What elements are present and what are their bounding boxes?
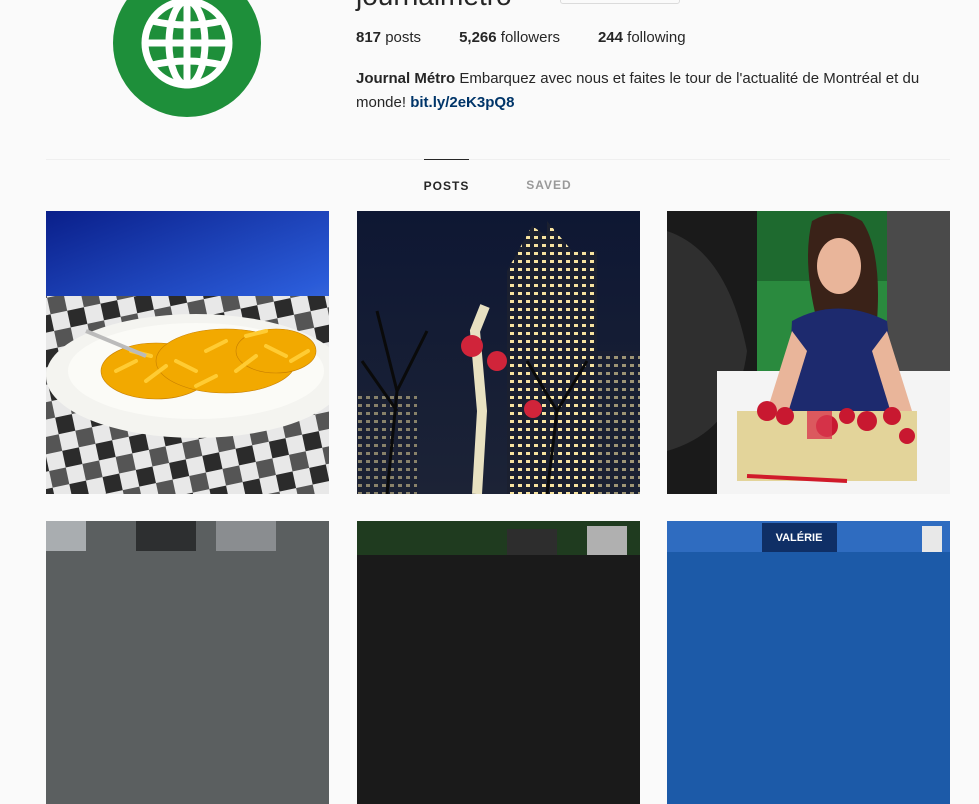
posts-count-value: 817 bbox=[356, 29, 382, 46]
profile-action-button[interactable] bbox=[560, 0, 680, 4]
post-image-metro bbox=[357, 521, 640, 804]
post-image-campaign: VALÉRIE bbox=[667, 521, 950, 804]
posts-count-label: posts bbox=[385, 29, 422, 46]
posts-count: 817 posts bbox=[356, 29, 421, 47]
following-count-value: 244 bbox=[597, 29, 623, 46]
post-image-macaroni bbox=[46, 211, 329, 494]
post-thumbnail[interactable] bbox=[667, 211, 950, 494]
profile-bio: Journal Métro Embarquez avec nous et fai… bbox=[356, 67, 946, 115]
followers-count-label: followers bbox=[500, 29, 560, 46]
post-thumbnail[interactable] bbox=[46, 521, 329, 804]
post-image-woman bbox=[667, 211, 950, 494]
post-thumbnail[interactable] bbox=[46, 211, 329, 494]
tabs-divider bbox=[46, 159, 950, 160]
post-thumbnail[interactable] bbox=[357, 521, 640, 804]
bio-name: Journal Métro bbox=[356, 70, 456, 87]
followers-count-value: 5,266 bbox=[459, 29, 497, 46]
globe-icon bbox=[141, 0, 233, 89]
following-count-label: following bbox=[627, 29, 686, 46]
post-thumbnail[interactable]: VALÉRIE bbox=[667, 521, 950, 804]
campaign-sign-text: VALÉRIE bbox=[776, 531, 823, 544]
post-image-skyscraper bbox=[357, 211, 640, 494]
following-count[interactable]: 244 following bbox=[598, 29, 686, 47]
tab-posts[interactable]: POSTS bbox=[424, 159, 469, 212]
tab-saved[interactable]: SAVED bbox=[524, 159, 574, 211]
post-image-interior bbox=[46, 521, 329, 804]
post-thumbnail[interactable] bbox=[357, 211, 640, 494]
bio-link[interactable]: bit.ly/2eK3pQ8 bbox=[410, 94, 514, 111]
profile-avatar[interactable] bbox=[113, 0, 261, 117]
profile-stats: 817 posts 5,266 followers 244 following bbox=[356, 29, 724, 47]
profile-username: journalmetro bbox=[356, 0, 512, 12]
followers-count[interactable]: 5,266 followers bbox=[459, 29, 560, 47]
